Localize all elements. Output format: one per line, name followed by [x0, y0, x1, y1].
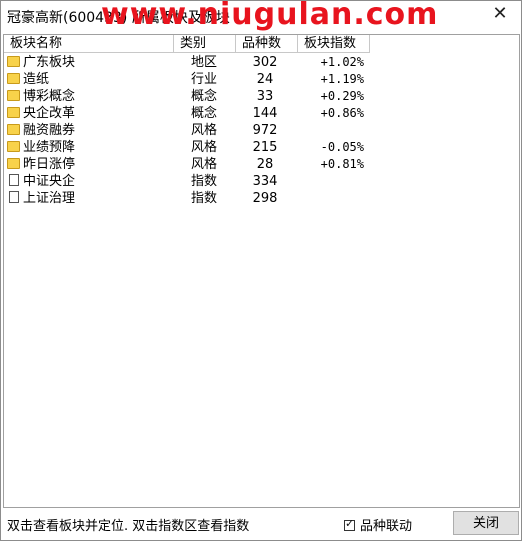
folder-icon	[7, 56, 20, 67]
category-cell: 风格	[191, 157, 218, 172]
table-row[interactable]: 融资融券 风格 972	[4, 122, 519, 139]
folder-icon	[7, 141, 20, 152]
status-hint: 双击查看板块并定位. 双击指数区查看指数	[7, 519, 250, 534]
category-cell: 概念	[191, 89, 218, 104]
linkage-label: 品种联动	[360, 519, 413, 534]
sector-index-cell[interactable]: +1.02%	[304, 54, 364, 71]
header-sector-name[interactable]: 板块名称	[4, 35, 174, 53]
sector-name: 广东板块	[23, 55, 76, 70]
dialog-window: 冠豪高新(600433) 所属板块及板块 www.niugulan.com ✕ …	[0, 0, 522, 541]
folder-icon	[7, 107, 20, 118]
sector-index-cell[interactable]	[304, 122, 364, 139]
stock-count-cell: 298	[252, 191, 278, 206]
sector-index-cell[interactable]: +0.29%	[304, 88, 364, 105]
category-cell: 指数	[191, 191, 218, 206]
list-rows: 广东板块 地区 302 +1.02% 造纸 行业 24 +1.19% 博彩概念 概念 33 +0.29…	[4, 54, 519, 207]
sector-name: 造纸	[23, 72, 50, 87]
stock-count-cell: 334	[252, 174, 278, 189]
category-cell: 风格	[191, 140, 218, 155]
stock-count-cell: 144	[252, 106, 278, 121]
sector-index-cell[interactable]	[304, 190, 364, 207]
folder-icon	[7, 73, 20, 84]
folder-icon	[7, 90, 20, 101]
sector-name-cell: 业绩预降	[7, 139, 75, 156]
checkbox-icon[interactable]	[344, 517, 355, 531]
sector-name-cell: 央企改革	[7, 105, 75, 122]
title-bar[interactable]: 冠豪高新(600433) 所属板块及板块 www.niugulan.com ✕	[1, 0, 521, 32]
table-row[interactable]: 造纸 行业 24 +1.19%	[4, 71, 519, 88]
list-header: 板块名称 类别 品种数 板块指数	[4, 35, 519, 54]
stock-count-cell: 28	[256, 157, 274, 172]
stock-count-cell: 972	[252, 123, 278, 138]
sector-name-cell: 融资融券	[7, 122, 75, 139]
document-icon	[9, 174, 19, 186]
sector-list[interactable]: 板块名称 类别 品种数 板块指数 广东板块 地区 302 +1.02% 造纸 行业 24 +1…	[3, 34, 520, 508]
sector-name-cell: 博彩概念	[7, 88, 75, 105]
sector-name-cell: 上证治理	[7, 190, 75, 207]
stock-count-cell: 24	[256, 72, 274, 87]
sector-name: 央企改革	[23, 106, 76, 121]
table-row[interactable]: 博彩概念 概念 33 +0.29%	[4, 88, 519, 105]
stock-count-cell: 33	[256, 89, 274, 104]
sector-name: 中证央企	[23, 174, 76, 189]
table-row[interactable]: 中证央企 指数 334	[4, 173, 519, 190]
document-icon	[9, 191, 19, 203]
stock-count-cell: 215	[252, 140, 278, 155]
stock-count-cell: 302	[252, 55, 278, 70]
sector-name: 业绩预降	[23, 140, 76, 155]
folder-icon	[7, 158, 20, 169]
sector-name: 昨日涨停	[23, 157, 76, 172]
sector-name-cell: 昨日涨停	[7, 156, 75, 173]
table-row[interactable]: 上证治理 指数 298	[4, 190, 519, 207]
sector-name-cell: 中证央企	[7, 173, 75, 190]
sector-index-cell[interactable]	[304, 173, 364, 190]
sector-index-cell[interactable]: -0.05%	[304, 139, 364, 156]
sector-index-cell[interactable]: +0.86%	[304, 105, 364, 122]
folder-icon	[7, 124, 20, 135]
table-row[interactable]: 业绩预降 风格 215 -0.05%	[4, 139, 519, 156]
table-row[interactable]: 昨日涨停 风格 28 +0.81%	[4, 156, 519, 173]
header-stock-count[interactable]: 品种数	[236, 35, 298, 53]
linkage-checkbox[interactable]: 品种联动	[344, 515, 412, 534]
sector-name-cell: 造纸	[7, 71, 49, 88]
sector-name: 融资融券	[23, 123, 76, 138]
sector-name: 上证治理	[23, 191, 76, 206]
watermark-text: www.niugulan.com	[101, 0, 439, 32]
close-button[interactable]: 关闭	[453, 511, 519, 535]
sector-index-cell[interactable]: +1.19%	[304, 71, 364, 88]
category-cell: 概念	[191, 106, 218, 121]
sector-index-cell[interactable]: +0.81%	[304, 156, 364, 173]
table-row[interactable]: 央企改革 概念 144 +0.86%	[4, 105, 519, 122]
category-cell: 行业	[191, 72, 218, 87]
sector-name: 博彩概念	[23, 89, 76, 104]
sector-name-cell: 广东板块	[7, 54, 75, 71]
category-cell: 指数	[191, 174, 218, 189]
close-icon[interactable]: ✕	[491, 5, 509, 23]
header-category[interactable]: 类别	[174, 35, 236, 53]
category-cell: 地区	[191, 55, 218, 70]
category-cell: 风格	[191, 123, 218, 138]
table-row[interactable]: 广东板块 地区 302 +1.02%	[4, 54, 519, 71]
header-sector-index[interactable]: 板块指数	[298, 35, 370, 53]
